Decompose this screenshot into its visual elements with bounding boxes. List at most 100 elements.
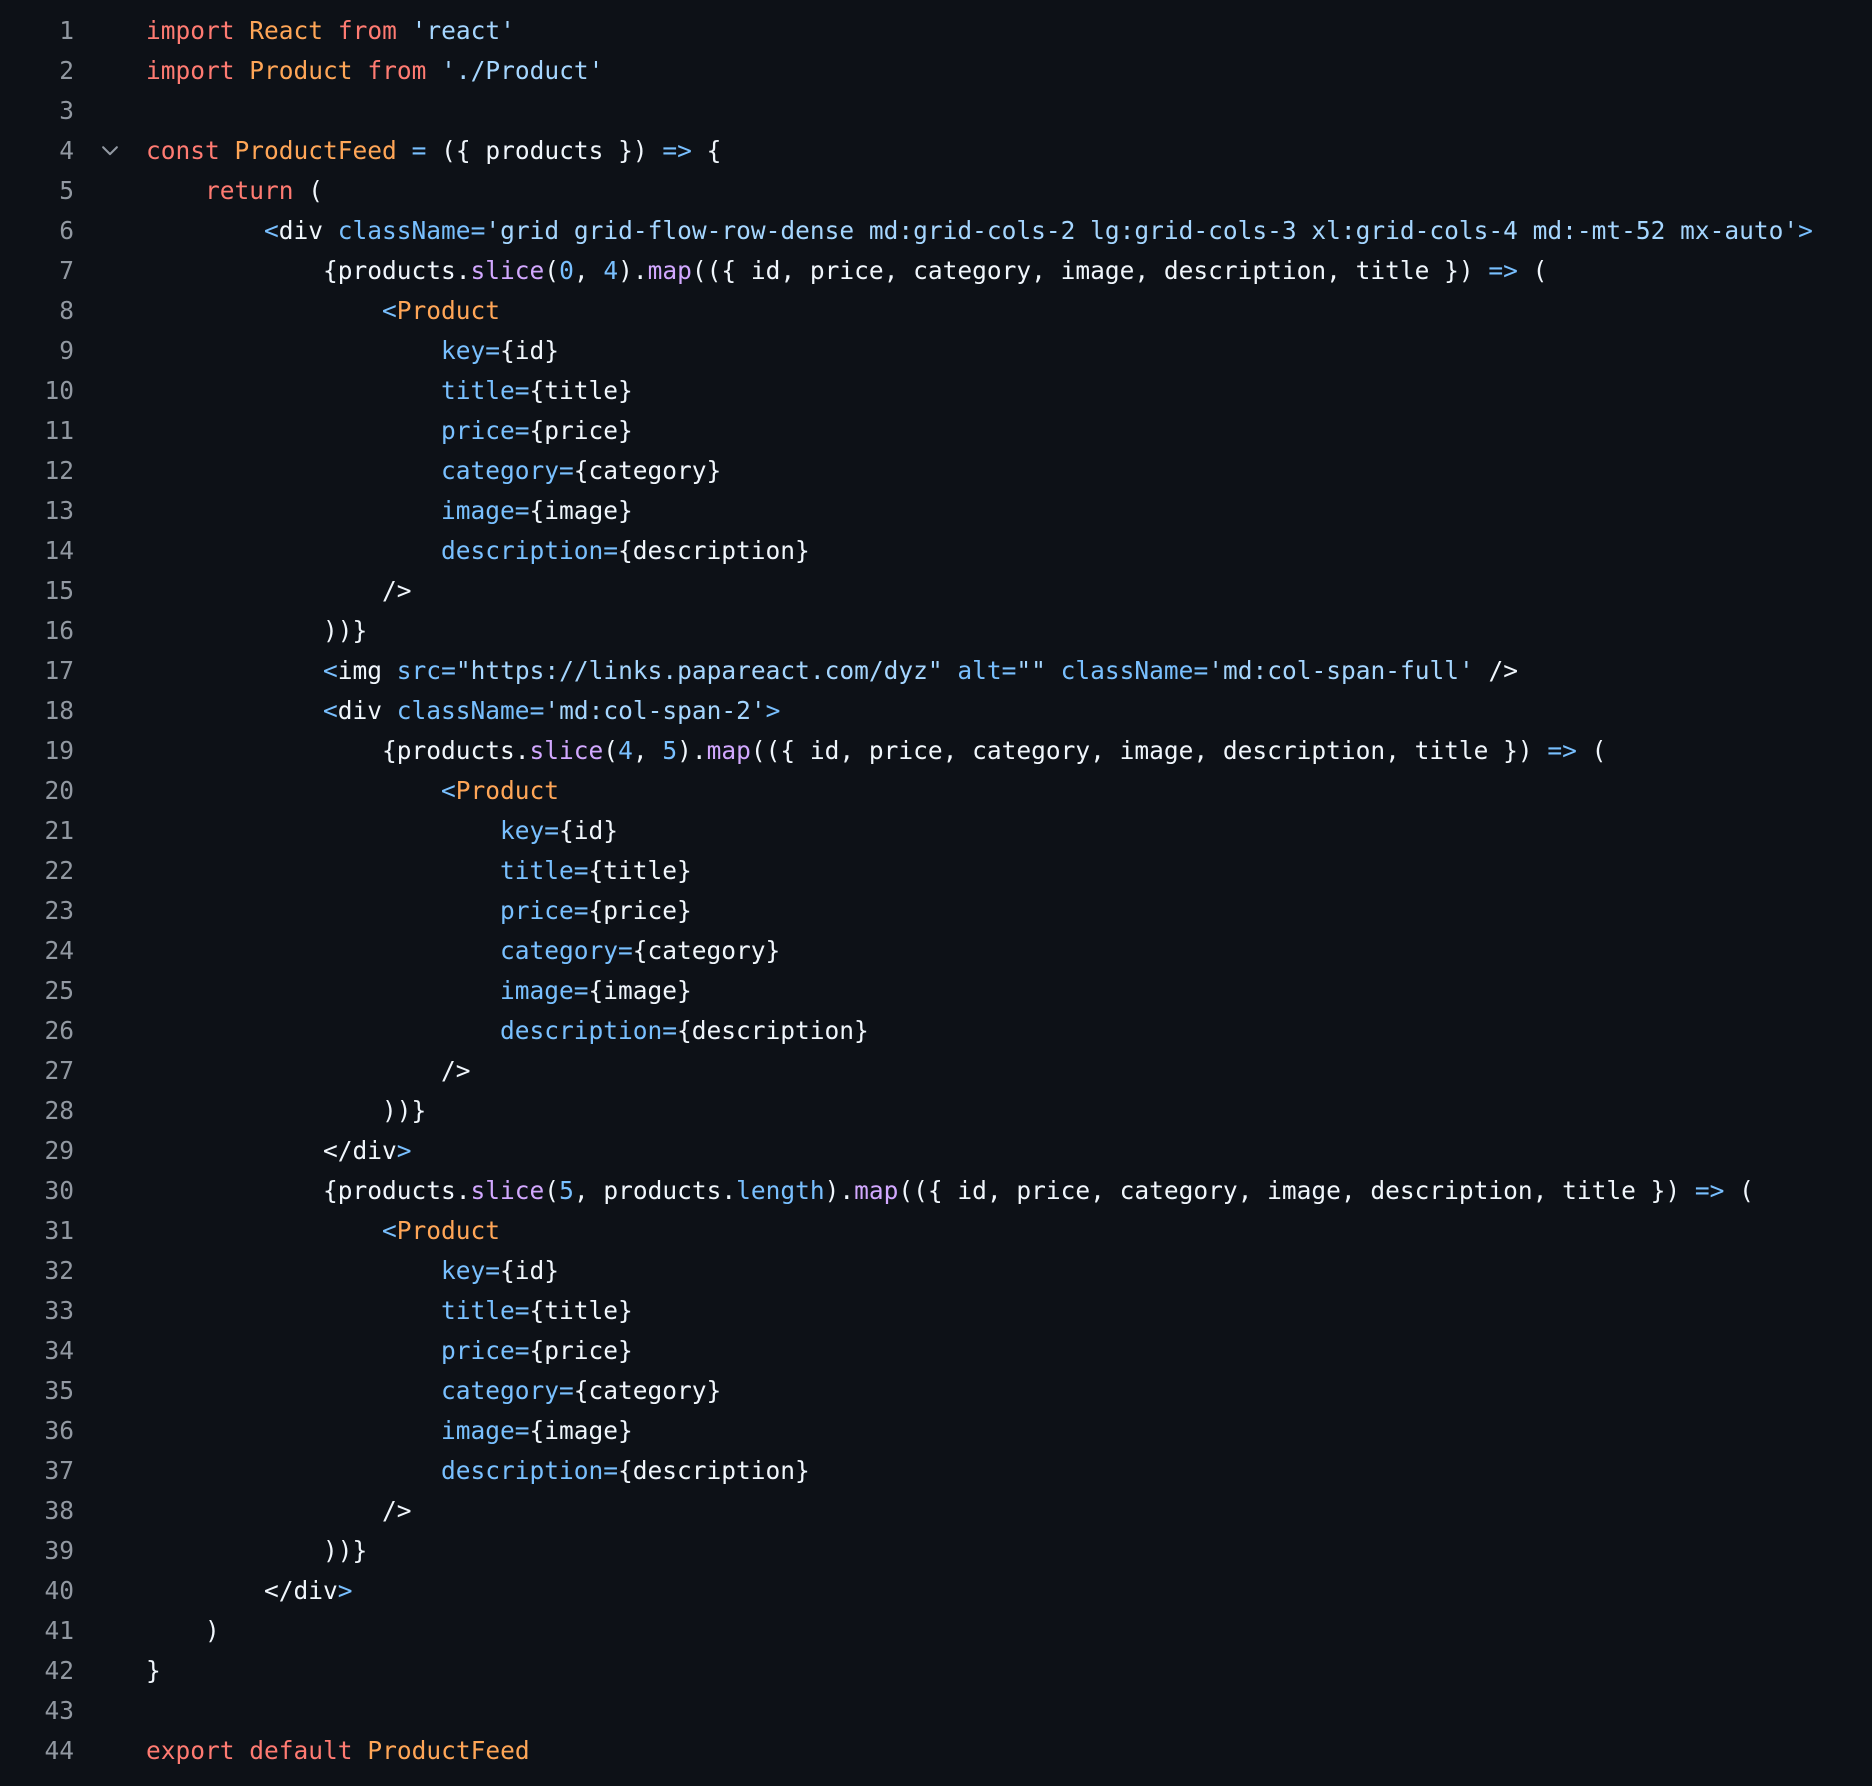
line-number[interactable]: 36 xyxy=(0,1416,74,1445)
line-number[interactable]: 31 xyxy=(0,1216,74,1245)
line-number[interactable]: 28 xyxy=(0,1096,74,1125)
code-line: 10 title={title} xyxy=(0,370,1872,410)
line-number[interactable]: 30 xyxy=(0,1176,74,1205)
code-token: ). xyxy=(677,735,707,765)
code-content: category={category} xyxy=(146,1376,1872,1405)
line-number[interactable]: 41 xyxy=(0,1616,74,1645)
line-number[interactable]: 27 xyxy=(0,1056,74,1085)
line-number[interactable]: 13 xyxy=(0,496,74,525)
code-token: price xyxy=(500,895,574,925)
line-number[interactable]: 38 xyxy=(0,1496,74,1525)
line-number[interactable]: 2 xyxy=(0,56,74,85)
line-number[interactable]: 24 xyxy=(0,936,74,965)
line-number[interactable]: 3 xyxy=(0,96,74,125)
line-number[interactable]: 8 xyxy=(0,296,74,325)
code-token: key xyxy=(441,335,486,365)
code-content: <Product xyxy=(146,1216,1872,1245)
code-token: src xyxy=(396,655,442,685)
code-token: </div xyxy=(264,1575,338,1605)
code-line: 23 price={price} xyxy=(0,890,1872,930)
code-token: 4 xyxy=(618,735,633,765)
code-token: Product xyxy=(249,55,353,85)
line-number[interactable]: 1 xyxy=(0,16,74,45)
line-number[interactable]: 14 xyxy=(0,536,74,565)
line-number[interactable]: 29 xyxy=(0,1136,74,1165)
code-token: ( xyxy=(1576,735,1607,765)
chevron-down-icon[interactable] xyxy=(99,139,121,161)
line-number[interactable]: 23 xyxy=(0,896,74,925)
code-line: 2 import Product from './Product' xyxy=(0,50,1872,90)
code-token: , xyxy=(573,255,604,285)
code-token: {description} xyxy=(677,1015,869,1045)
line-number[interactable]: 10 xyxy=(0,376,74,405)
line-number[interactable]: 40 xyxy=(0,1576,74,1605)
code-token: < xyxy=(382,1215,397,1245)
code-token: = xyxy=(1001,655,1017,685)
code-token: React xyxy=(249,15,324,45)
line-number[interactable]: 7 xyxy=(0,256,74,285)
line-number[interactable]: 17 xyxy=(0,656,74,685)
code-line: 32 key={id} xyxy=(0,1250,1872,1290)
line-number[interactable]: 39 xyxy=(0,1536,74,1565)
line-number[interactable]: 9 xyxy=(0,336,74,365)
code-token: > xyxy=(337,1575,353,1605)
line-number[interactable]: 18 xyxy=(0,696,74,725)
code-token: < xyxy=(264,215,279,245)
line-number[interactable]: 16 xyxy=(0,616,74,645)
code-line: 44 export default ProductFeed xyxy=(0,1730,1872,1770)
code-token: = xyxy=(573,855,589,885)
line-number[interactable]: 32 xyxy=(0,1256,74,1285)
code-token: {products. xyxy=(382,735,530,765)
code-token: (({ id, price, category, image, descript… xyxy=(898,1175,1695,1205)
code-token: key xyxy=(500,815,545,845)
code-token: description xyxy=(441,535,604,565)
code-token: className xyxy=(337,215,471,245)
code-content: {products.slice(0, 4).map(({ id, price, … xyxy=(146,256,1872,285)
line-number[interactable]: 5 xyxy=(0,176,74,205)
code-token: = xyxy=(514,1335,530,1365)
line-number[interactable]: 15 xyxy=(0,576,74,605)
line-number[interactable]: 6 xyxy=(0,216,74,245)
code-line: 17 <img src="https://links.papareact.com… xyxy=(0,650,1872,690)
line-number[interactable]: 21 xyxy=(0,816,74,845)
code-token: 'md:col-span-2' xyxy=(544,695,766,725)
line-number[interactable]: 33 xyxy=(0,1296,74,1325)
line-number[interactable]: 44 xyxy=(0,1736,74,1765)
code-content: /> xyxy=(146,1496,1872,1525)
code-token: category xyxy=(500,935,619,965)
code-token: = xyxy=(514,375,530,405)
line-number[interactable]: 20 xyxy=(0,776,74,805)
line-number[interactable]: 11 xyxy=(0,416,74,445)
code-token: img xyxy=(337,655,397,685)
line-number[interactable]: 22 xyxy=(0,856,74,885)
line-number[interactable]: 12 xyxy=(0,456,74,485)
line-number[interactable]: 42 xyxy=(0,1656,74,1685)
code-token: ( xyxy=(293,175,324,205)
code-token: = xyxy=(603,535,619,565)
line-number[interactable]: 25 xyxy=(0,976,74,1005)
line-number[interactable]: 37 xyxy=(0,1456,74,1485)
line-number[interactable]: 26 xyxy=(0,1016,74,1045)
code-content: <div className='grid grid-flow-row-dense… xyxy=(146,216,1872,245)
code-token: title xyxy=(441,375,515,405)
code-token: image xyxy=(500,975,574,1005)
code-content: {products.slice(4, 5).map(({ id, price, … xyxy=(146,736,1872,765)
line-number[interactable]: 19 xyxy=(0,736,74,765)
code-token: > xyxy=(765,695,781,725)
line-number[interactable]: 34 xyxy=(0,1336,74,1365)
code-line: 33 title={title} xyxy=(0,1290,1872,1330)
code-line: 34 price={price} xyxy=(0,1330,1872,1370)
line-number[interactable]: 43 xyxy=(0,1696,74,1725)
line-number[interactable]: 4 xyxy=(0,136,74,165)
line-number[interactable]: 35 xyxy=(0,1376,74,1405)
code-token: = xyxy=(559,455,574,485)
